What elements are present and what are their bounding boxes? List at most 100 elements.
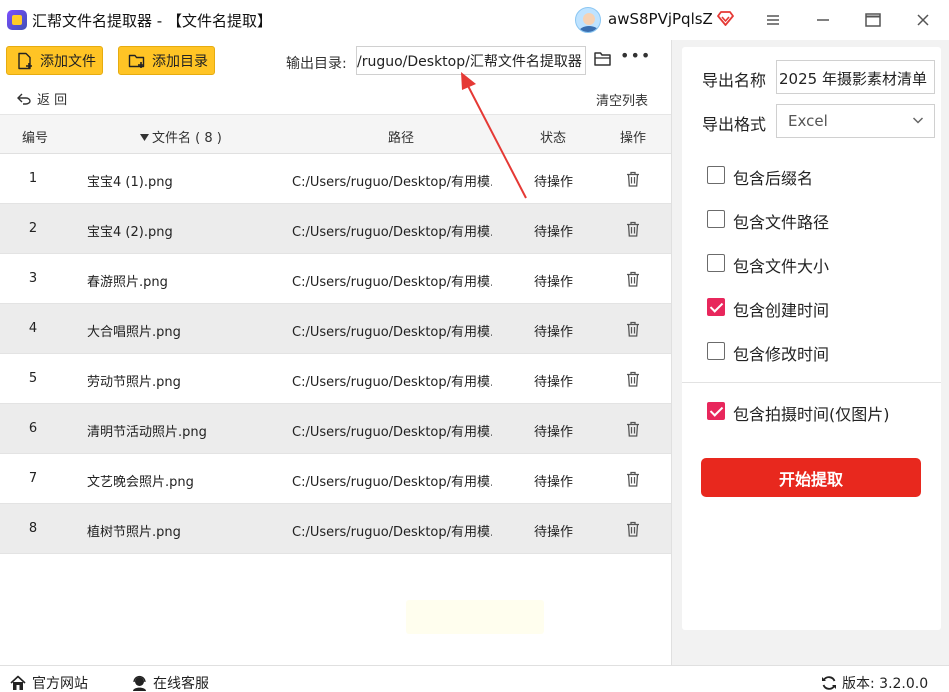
table-row[interactable]: 2 宝宝4 (2).png C:/Users/ruguo/Desktop/有用模..… [0, 204, 671, 254]
header-status: 状态 [540, 131, 567, 146]
official-website-label: 官方网站 [32, 676, 88, 692]
option-label[interactable]: 包含后缀名 [733, 165, 813, 189]
back-button[interactable]: 返 回 [17, 89, 67, 108]
maximize-icon[interactable] [858, 6, 888, 34]
start-extract-button[interactable]: 开始提取 [701, 458, 921, 497]
row-number: 1 [28, 171, 38, 186]
faded-overlay-button [406, 600, 544, 634]
app-logo-icon [7, 10, 27, 30]
minimize-icon[interactable] [808, 6, 838, 34]
row-path: C:/Users/ruguo/Desktop/有用模... [292, 475, 492, 490]
row-filename: 劳动节照片.png [87, 375, 181, 390]
back-label: 返 回 [37, 93, 68, 108]
trash-icon[interactable] [626, 371, 640, 387]
official-website-link[interactable]: 官方网站 [9, 673, 88, 692]
options-divider [682, 382, 941, 383]
row-filename: 大合唱照片.png [87, 325, 181, 340]
add-file-button[interactable]: 添加文件 [6, 46, 103, 75]
add-folder-icon [128, 54, 145, 68]
row-number: 4 [28, 321, 38, 336]
row-number: 2 [28, 221, 38, 236]
row-path: C:/Users/ruguo/Desktop/有用模... [292, 275, 492, 290]
trash-icon[interactable] [626, 221, 640, 237]
table-header: 编号 文件名 ( 8 ) 路径 状态 操作 [0, 114, 671, 154]
option-checkbox[interactable] [707, 166, 725, 184]
option-checkbox[interactable] [707, 342, 725, 360]
clear-list-button[interactable]: 清空列表 [596, 90, 648, 109]
chevron-down-icon [912, 117, 924, 124]
trash-icon[interactable] [626, 321, 640, 337]
row-filename: 宝宝4 (1).png [87, 175, 173, 190]
row-number: 6 [28, 421, 38, 436]
option-checkbox[interactable] [707, 254, 725, 272]
avatar-icon[interactable] [575, 7, 601, 33]
window-title: 汇帮文件名提取器 - 【文件名提取】 [32, 12, 272, 30]
include-capture-time-label[interactable]: 包含拍摄时间(仅图片) [733, 401, 890, 425]
table-row[interactable]: 5 劳动节照片.png C:/Users/ruguo/Desktop/有用模... 待… [0, 354, 671, 404]
row-status: 待操作 [534, 475, 574, 490]
vip-diamond-icon[interactable] [716, 10, 735, 27]
table-row[interactable]: 1 宝宝4 (1).png C:/Users/ruguo/Desktop/有用模..… [0, 154, 671, 204]
sort-down-icon [140, 134, 149, 141]
option-checkbox[interactable] [707, 298, 725, 316]
title-bar: 汇帮文件名提取器 - 【文件名提取】 awS8PVjPqlsZ [0, 0, 949, 40]
row-status: 待操作 [534, 325, 574, 340]
header-filename-label: 文件名 ( 8 ) [152, 131, 222, 146]
row-number: 8 [28, 521, 38, 536]
file-table: 编号 文件名 ( 8 ) 路径 状态 操作 1 宝宝4 (1).png C:/Use… [0, 114, 671, 554]
row-path: C:/Users/ruguo/Desktop/有用模... [292, 175, 492, 190]
table-row[interactable]: 3 春游照片.png C:/Users/ruguo/Desktop/有用模... 待操… [0, 254, 671, 304]
header-filename[interactable]: 文件名 ( 8 ) [140, 127, 222, 146]
folder-open-icon[interactable] [594, 51, 612, 67]
export-name-value: 2025 年摄影素材清单 [779, 70, 927, 88]
export-format-select[interactable]: Excel [776, 104, 935, 138]
row-status: 待操作 [534, 175, 574, 190]
option-checkbox[interactable] [707, 210, 725, 228]
export-name-label: 导出名称 [702, 71, 767, 90]
table-row[interactable]: 7 文艺晚会照片.png C:/Users/ruguo/Desktop/有用模...… [0, 454, 671, 504]
table-body: 1 宝宝4 (1).png C:/Users/ruguo/Desktop/有用模..… [0, 154, 671, 554]
row-status: 待操作 [534, 275, 574, 290]
add-directory-button[interactable]: 添加目录 [118, 46, 215, 75]
table-row[interactable]: 8 植树节照片.png C:/Users/ruguo/Desktop/有用模... 待… [0, 504, 671, 554]
row-filename: 文艺晚会照片.png [87, 475, 194, 490]
row-status: 待操作 [534, 375, 574, 390]
option-label[interactable]: 包含创建时间 [733, 297, 829, 321]
trash-icon[interactable] [626, 171, 640, 187]
add-directory-label: 添加目录 [152, 53, 208, 70]
export-name-input[interactable]: 2025 年摄影素材清单 [776, 60, 935, 94]
include-capture-time-checkbox[interactable] [707, 402, 725, 420]
option-label[interactable]: 包含修改时间 [733, 341, 829, 365]
trash-icon[interactable] [626, 421, 640, 437]
table-row[interactable]: 6 清明节活动照片.png C:/Users/ruguo/Desktop/有用模..… [0, 404, 671, 454]
row-filename: 宝宝4 (2).png [87, 225, 173, 240]
header-path: 路径 [388, 131, 415, 146]
trash-icon[interactable] [626, 271, 640, 287]
close-icon[interactable] [908, 6, 938, 34]
row-filename: 春游照片.png [87, 275, 168, 290]
row-path: C:/Users/ruguo/Desktop/有用模... [292, 425, 492, 440]
row-status: 待操作 [534, 525, 574, 540]
row-filename: 清明节活动照片.png [87, 425, 207, 440]
row-path: C:/Users/ruguo/Desktop/有用模... [292, 525, 492, 540]
row-status: 待操作 [534, 425, 574, 440]
menu-icon[interactable] [758, 6, 788, 34]
row-status: 待操作 [534, 225, 574, 240]
header-action: 操作 [620, 131, 647, 146]
trash-icon[interactable] [626, 521, 640, 537]
row-number: 3 [28, 271, 38, 286]
trash-icon[interactable] [626, 471, 640, 487]
export-format-value: Excel [788, 112, 828, 130]
support-agent-icon [133, 675, 146, 691]
output-directory-input[interactable]: /ruguo/Desktop/汇帮文件名提取器 [356, 46, 586, 75]
version-info[interactable]: 版本: 3.2.0.0 [821, 673, 928, 692]
add-file-icon [18, 52, 32, 69]
online-support-link[interactable]: 在线客服 [131, 673, 209, 692]
option-label[interactable]: 包含文件大小 [733, 253, 829, 277]
more-options-icon[interactable]: ••• [620, 48, 650, 67]
table-row[interactable]: 4 大合唱照片.png C:/Users/ruguo/Desktop/有用模... 待… [0, 304, 671, 354]
row-number: 5 [28, 371, 38, 386]
option-label[interactable]: 包含文件路径 [733, 209, 829, 233]
row-number: 7 [28, 471, 38, 486]
username[interactable]: awS8PVjPqlsZ [608, 10, 713, 28]
